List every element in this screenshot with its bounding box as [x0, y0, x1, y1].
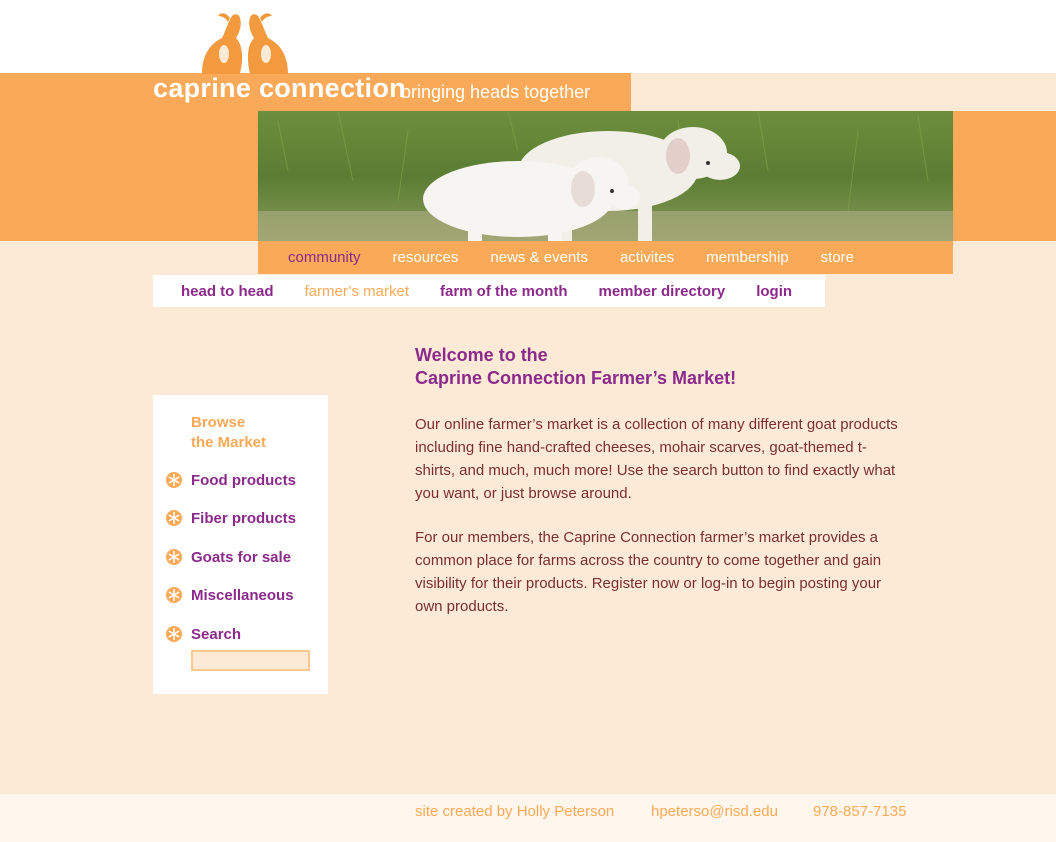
asterisk-bullet-icon — [166, 510, 182, 526]
nav-activites[interactable]: activites — [620, 249, 674, 266]
top-white-bar — [0, 0, 1056, 73]
sidebar-item-label: Fiber products — [191, 509, 297, 527]
sidebar-item-label: Goats for sale — [191, 548, 292, 566]
sidebar-heading-line2: the Market — [191, 434, 267, 451]
sidebar-item-goats-for-sale[interactable]: Goats for sale — [165, 547, 291, 567]
page-title-line2: Caprine Connection Farmer’s Market! — [415, 368, 737, 388]
sidebar-item-label: Search — [191, 625, 242, 643]
nav-community[interactable]: community — [288, 249, 361, 266]
sidebar-heading: Browse the Market — [191, 413, 266, 453]
intro-paragraph: Our online farmer’s market is a collecti… — [415, 416, 898, 502]
asterisk-bullet-icon — [166, 626, 182, 642]
asterisk-bullet-icon — [166, 587, 182, 603]
subnav-member-directory[interactable]: member directory — [598, 283, 725, 300]
nav-news-events[interactable]: news & events — [490, 249, 588, 266]
subnav-farmers-market[interactable]: farmer’s market — [305, 283, 409, 300]
page-title: Welcome to the Caprine Connection Farmer… — [415, 344, 736, 390]
subnav-farm-of-the-month[interactable]: farm of the month — [440, 283, 568, 300]
goats-in-grass-photo — [258, 111, 953, 241]
nav-membership[interactable]: membership — [706, 249, 789, 266]
nav-store[interactable]: store — [821, 249, 854, 266]
sidebar-item-miscellaneous[interactable]: Miscellaneous — [165, 585, 294, 605]
sub-nav: head to head farmer’s market farm of the… — [153, 275, 825, 307]
sidebar-item-label: Food products — [191, 471, 296, 489]
sidebar-item-food-products[interactable]: Food products — [165, 470, 296, 490]
footer-credit: site created by Holly Peterson — [415, 803, 615, 820]
title-band-cream — [631, 73, 1056, 111]
footer-phone: 978-857-7135 — [813, 803, 907, 820]
footer-email-link[interactable]: hpeterso@risd.edu — [651, 803, 778, 820]
asterisk-bullet-icon — [166, 472, 182, 488]
asterisk-bullet-icon — [166, 549, 182, 565]
search-input[interactable] — [191, 650, 310, 671]
subnav-head-to-head[interactable]: head to head — [181, 283, 274, 300]
members-paragraph: For our members, the Caprine Connection … — [415, 529, 882, 615]
sidebar-item-search[interactable]: Search — [165, 624, 241, 644]
sidebar-heading-line1: Browse — [191, 414, 246, 431]
sidebar-item-fiber-products[interactable]: Fiber products — [165, 508, 296, 528]
goats-logo-icon[interactable] — [198, 10, 292, 76]
tagline: bringing heads together — [401, 82, 591, 102]
site-title[interactable]: caprine connection — [153, 73, 406, 104]
sidebar-item-label: Miscellaneous — [191, 586, 294, 604]
page-title-line1: Welcome to the — [415, 345, 548, 365]
main-nav: community resources news & events activi… — [258, 241, 953, 274]
nav-resources[interactable]: resources — [393, 249, 459, 266]
subnav-login[interactable]: login — [756, 283, 792, 300]
browse-sidebar: Browse the Market Food products Fiber pr… — [153, 395, 328, 694]
